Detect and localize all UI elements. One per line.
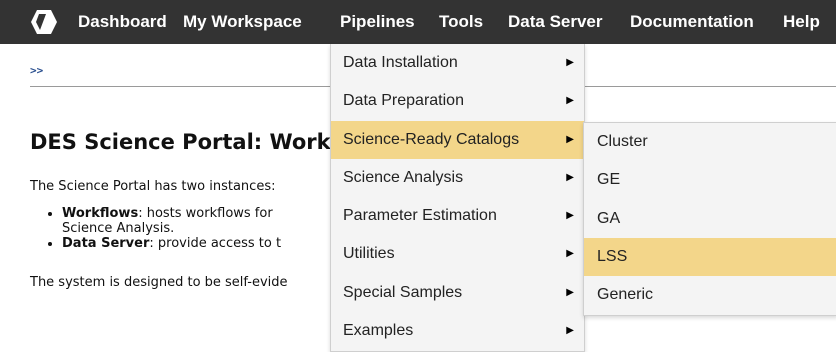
chevron-right-icon: ▶ xyxy=(566,325,574,336)
list-item-bold: Workflows xyxy=(62,206,139,221)
menu-item-parameter-estimation[interactable]: Parameter Estimation ▶ xyxy=(331,197,584,235)
list-item-text: : provide access to t xyxy=(149,236,282,251)
menu-item-data-preparation[interactable]: Data Preparation ▶ xyxy=(331,82,584,120)
submenu-item-ge[interactable]: GE xyxy=(584,161,836,199)
pipelines-dropdown: Data Installation ▶ Data Preparation ▶ S… xyxy=(330,44,585,352)
menu-item-label: Cluster xyxy=(597,133,648,150)
menu-item-label: GA xyxy=(597,210,621,227)
menu-item-label: Data Preparation xyxy=(343,92,464,109)
chevron-right-icon: ▶ xyxy=(566,57,574,68)
menu-item-label: LSS xyxy=(597,248,628,265)
menu-item-label: Generic xyxy=(597,286,654,303)
nav-my-workspace[interactable]: My Workspace xyxy=(183,0,302,44)
menu-item-label: Utilities xyxy=(343,245,395,262)
submenu-item-cluster[interactable]: Cluster xyxy=(584,123,836,161)
menu-item-label: GE xyxy=(597,171,621,188)
menu-item-utilities[interactable]: Utilities ▶ xyxy=(331,235,584,273)
list-item-text: : hosts workflows for xyxy=(138,206,273,221)
top-navbar: Dashboard My Workspace Pipelines Tools D… xyxy=(0,0,836,44)
chevron-right-icon: ▶ xyxy=(566,287,574,298)
menu-item-label: Science-Ready Catalogs xyxy=(343,131,520,148)
submenu-item-lss[interactable]: LSS xyxy=(584,238,836,276)
menu-item-data-installation[interactable]: Data Installation ▶ xyxy=(331,44,584,82)
menu-item-science-analysis[interactable]: Science Analysis ▶ xyxy=(331,159,584,197)
menu-item-science-ready-catalogs[interactable]: Science-Ready Catalogs ▶ xyxy=(331,121,584,159)
description-text: The system is designed to be self-evide xyxy=(30,275,288,290)
nav-tools[interactable]: Tools xyxy=(439,0,483,44)
submenu-item-ga[interactable]: GA xyxy=(584,200,836,238)
menu-item-label: Special Samples xyxy=(343,284,463,301)
des-logo-icon[interactable] xyxy=(30,9,58,35)
chevron-right-icon: ▶ xyxy=(566,95,574,106)
intro-text: The Science Portal has two instances: xyxy=(30,179,276,194)
nav-help[interactable]: Help xyxy=(783,0,820,44)
menu-item-examples[interactable]: Examples ▶ xyxy=(331,312,584,350)
nav-dashboard[interactable]: Dashboard xyxy=(78,0,167,44)
breadcrumb[interactable]: >> xyxy=(30,64,43,77)
chevron-right-icon: ▶ xyxy=(566,210,574,221)
nav-data-server[interactable]: Data Server xyxy=(508,0,603,44)
menu-item-special-samples[interactable]: Special Samples ▶ xyxy=(331,274,584,312)
menu-item-label: Data Installation xyxy=(343,54,458,71)
nav-pipelines[interactable]: Pipelines xyxy=(340,0,415,44)
menu-item-label: Science Analysis xyxy=(343,169,464,186)
chevron-right-icon: ▶ xyxy=(566,248,574,259)
menu-item-label: Parameter Estimation xyxy=(343,207,497,224)
list-item-continuation: Science Analysis. xyxy=(62,221,175,236)
chevron-right-icon: ▶ xyxy=(566,134,574,145)
chevron-right-icon: ▶ xyxy=(566,172,574,183)
list-item-bold: Data Server xyxy=(62,236,150,251)
catalogs-submenu: Cluster GE GA LSS Generic xyxy=(583,122,836,316)
submenu-item-generic[interactable]: Generic xyxy=(584,276,836,314)
menu-item-label: Examples xyxy=(343,322,414,339)
page-title: DES Science Portal: Work xyxy=(30,130,331,154)
nav-documentation[interactable]: Documentation xyxy=(630,0,754,44)
